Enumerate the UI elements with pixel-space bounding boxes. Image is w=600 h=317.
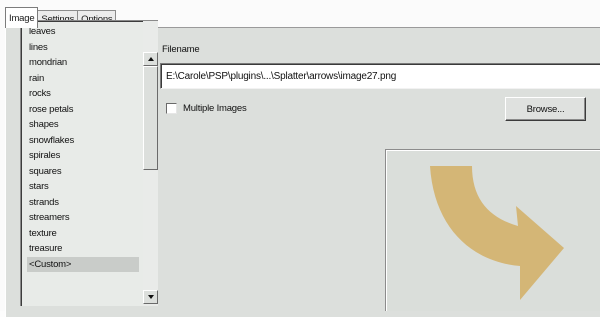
list-item[interactable]: leaves xyxy=(27,24,139,40)
tab-image[interactable]: Image xyxy=(5,7,39,28)
filename-label: Filename xyxy=(162,44,200,55)
browse-button[interactable]: Browse... xyxy=(505,97,586,121)
list-item[interactable]: squares xyxy=(27,164,139,180)
curved-arrow-icon xyxy=(430,166,564,300)
list-item[interactable]: snowflakes xyxy=(27,133,139,149)
listbox-scrollbar[interactable] xyxy=(143,21,158,306)
list-item[interactable]: texture xyxy=(27,226,139,242)
multiple-images-option[interactable]: Multiple Images xyxy=(166,103,247,114)
list-item[interactable]: lines xyxy=(27,40,139,56)
list-item[interactable]: stars xyxy=(27,179,139,195)
curved-arrow-shape xyxy=(430,166,564,300)
triangle-down-icon xyxy=(147,295,154,299)
list-item[interactable]: mondrian xyxy=(27,55,139,71)
list-item[interactable]: rose petals xyxy=(27,102,139,118)
list-item[interactable]: shapes xyxy=(27,117,139,133)
list-item[interactable]: rocks xyxy=(27,86,139,102)
filename-input[interactable] xyxy=(160,63,600,89)
listbox-items: leaves lines mondrian rain rocks rose pe… xyxy=(27,24,139,272)
browse-button-label: Browse... xyxy=(526,103,565,115)
image-type-listbox[interactable]: leaves lines mondrian rain rocks rose pe… xyxy=(20,20,158,306)
list-item[interactable]: treasure xyxy=(27,241,139,257)
scroll-down-button[interactable] xyxy=(143,290,158,304)
dialog-window: Image Settings Options leaves lines mond… xyxy=(0,0,600,317)
image-preview xyxy=(385,149,600,311)
triangle-up-icon xyxy=(147,57,154,61)
multiple-images-checkbox[interactable] xyxy=(166,103,177,114)
list-item[interactable]: streamers xyxy=(27,210,139,226)
scrollbar-thumb[interactable] xyxy=(143,66,158,170)
scroll-up-button[interactable] xyxy=(143,52,158,66)
list-item-selected[interactable]: <Custom> xyxy=(27,256,139,272)
multiple-images-label: Multiple Images xyxy=(183,103,247,114)
list-item[interactable]: spirales xyxy=(27,148,139,164)
tab-image-label: Image xyxy=(9,12,35,24)
list-item[interactable]: rain xyxy=(27,71,139,87)
list-item[interactable]: strands xyxy=(27,195,139,211)
